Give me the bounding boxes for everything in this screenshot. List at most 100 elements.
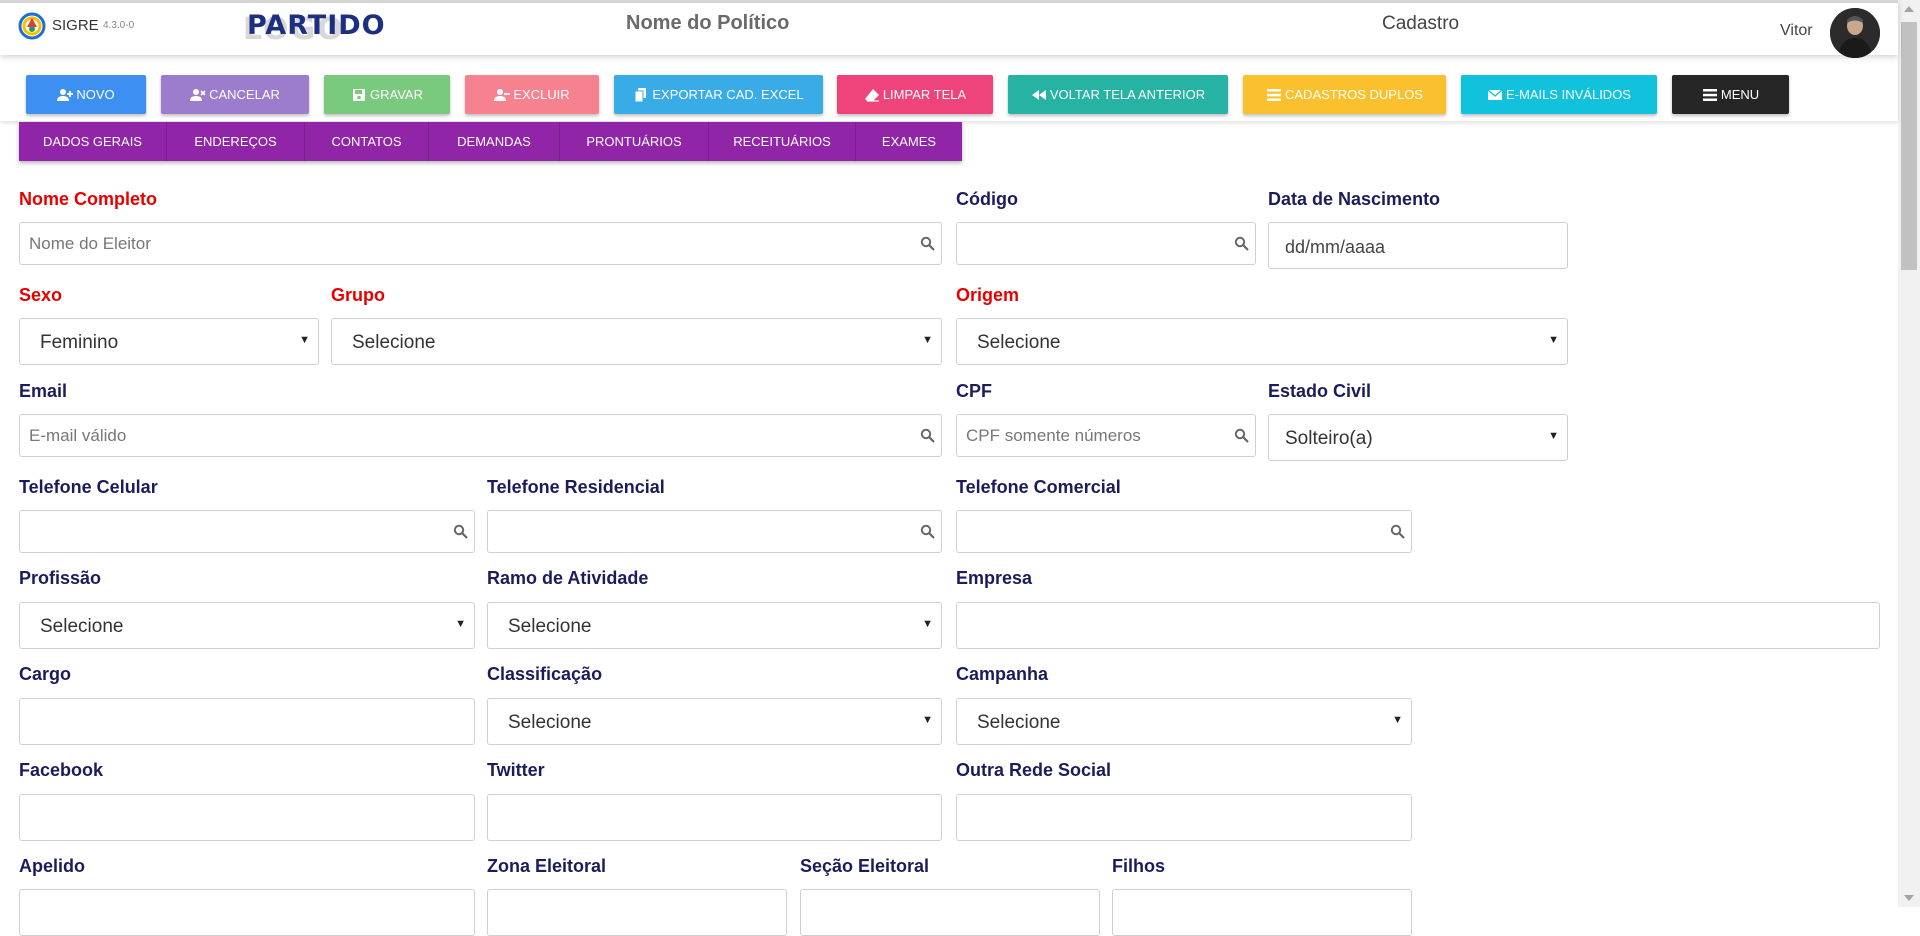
classificacao-value: Selecione [508,712,592,733]
zona-eleitoral-input[interactable] [487,889,787,936]
exportar-excel-label: EXPORTAR CAD. EXCEL [652,87,804,102]
search-icon[interactable] [1234,428,1249,443]
cpf-input[interactable]: CPF somente números [956,414,1256,457]
outra-rede-social-input[interactable] [956,794,1412,841]
apelido-input[interactable] [19,889,475,936]
menu-label: MENU [1720,87,1760,102]
gravar-button[interactable]: GRAVAR [324,75,450,114]
eraser-icon [864,88,879,102]
excluir-button[interactable]: EXCLUIR [465,75,599,114]
emails-invalidos-button[interactable]: E-MAILS INVÁLIDOS [1461,75,1657,114]
email-label: Email [19,381,68,401]
user-name[interactable]: Vitor [1780,22,1813,40]
user-minus-icon [494,88,511,101]
voltar-tela-button[interactable]: VOLTAR TELA ANTERIOR [1008,75,1228,114]
form-tabs: DADOS GERAIS ENDEREÇOS CONTATOS DEMANDAS… [19,122,962,161]
cargo-input[interactable] [19,698,475,745]
scroll-up-arrow-icon[interactable] [1904,6,1914,12]
classificacao-label: Classificação [487,664,603,684]
estado-civil-value: Solteiro(a) [1285,428,1373,449]
menu-button[interactable]: MENU [1672,75,1789,114]
limpar-tela-button[interactable]: LIMPAR TELA [837,75,993,114]
menu-icon [1702,88,1717,101]
telefone-comercial-input[interactable] [956,510,1412,553]
search-icon[interactable] [920,236,935,251]
chevron-down-icon: ▼ [922,618,933,630]
sexo-label: Sexo [19,285,63,305]
cancelar-button[interactable]: CANCELAR [161,75,309,114]
avatar[interactable] [1830,8,1880,58]
origem-select[interactable]: Selecione ▼ [956,318,1568,365]
party-logo: LOGO PARTIDO [243,10,386,47]
scrollbar-thumb[interactable] [1901,22,1917,270]
gravar-label: GRAVAR [370,87,423,102]
user-plus-icon [57,88,74,101]
sexo-select[interactable]: Feminino ▼ [19,318,319,365]
tab-prontuarios[interactable]: PRONTUÁRIOS [560,122,709,161]
secao-eleitoral-input[interactable] [800,889,1100,936]
telefone-celular-label: Telefone Celular [19,477,158,497]
telefone-comercial-label: Telefone Comercial [956,477,1121,497]
top-header: SIGRE 4.3.0-0 LOGO PARTIDO Nome do Polít… [0,0,1898,58]
ramo-atividade-select[interactable]: Selecione ▼ [487,602,942,649]
search-icon[interactable] [453,524,468,539]
email-input[interactable]: E-mail válido [19,414,942,457]
cadastros-duplos-button[interactable]: CADASTROS DUPLOS [1243,75,1446,114]
profissao-label: Profissão [19,568,102,588]
nome-completo-label: Nome Completo [19,189,158,209]
ramo-atividade-label: Ramo de Atividade [487,568,649,588]
tab-dados-gerais[interactable]: DADOS GERAIS [19,122,167,161]
grupo-select[interactable]: Selecione ▼ [331,318,942,365]
scroll-down-arrow-icon[interactable] [1904,895,1914,901]
ramo-atividade-value: Selecione [508,616,592,637]
novo-button[interactable]: NOVO [26,75,146,114]
cancelar-label: CANCELAR [209,87,280,102]
cadastros-duplos-label: CADASTROS DUPLOS [1285,87,1423,102]
nome-completo-placeholder: Nome do Eleitor [29,234,151,253]
chevron-down-icon: ▼ [922,714,933,726]
empresa-label: Empresa [956,568,1033,588]
nome-completo-input[interactable]: Nome do Eleitor [19,222,942,265]
data-nascimento-value: dd/mm/aaaa [1285,237,1386,257]
twitter-input[interactable] [487,794,942,841]
grupo-value: Selecione [352,332,436,353]
search-icon[interactable] [920,428,935,443]
telefone-celular-input[interactable] [19,510,475,553]
classificacao-select[interactable]: Selecione ▼ [487,698,942,745]
search-icon[interactable] [1390,524,1405,539]
tab-enderecos[interactable]: ENDEREÇOS [167,122,305,161]
page-scrollbar[interactable] [1898,0,1920,907]
tab-receituarios[interactable]: RECEITUÁRIOS [709,122,856,161]
app-name: SIGRE [52,17,99,34]
codigo-input[interactable] [956,222,1256,265]
tab-contatos[interactable]: CONTATOS [305,122,429,161]
estado-civil-select[interactable]: Solteiro(a) ▼ [1268,414,1568,461]
filhos-input[interactable] [1112,889,1412,936]
limpar-tela-label: LIMPAR TELA [882,87,967,102]
search-icon[interactable] [1234,236,1249,251]
email-placeholder: E-mail válido [29,426,127,445]
cargo-label: Cargo [19,664,72,684]
data-nascimento-input[interactable]: dd/mm/aaaa [1268,222,1568,269]
exportar-excel-button[interactable]: EXPORTAR CAD. EXCEL [614,75,823,114]
party-logo-text: PARTIDO [247,10,386,41]
telefone-residencial-input[interactable] [487,510,942,553]
empresa-input[interactable] [956,602,1880,649]
novo-label: NOVO [76,87,115,102]
sexo-value: Feminino [40,332,119,353]
tab-exames[interactable]: EXAMES [856,122,962,161]
facebook-input[interactable] [19,794,475,841]
campanha-select[interactable]: Selecione ▼ [956,698,1412,745]
search-icon[interactable] [920,524,935,539]
excluir-label: EXCLUIR [513,87,570,102]
grupo-label: Grupo [331,285,385,305]
campanha-label: Campanha [956,664,1049,684]
facebook-label: Facebook [19,760,104,780]
tab-demandas[interactable]: DEMANDAS [429,122,560,161]
floppy-disk-icon [353,88,365,101]
backward-icon [1031,89,1046,100]
envelope-icon [1487,89,1503,100]
cpf-label: CPF [956,381,992,401]
campanha-value: Selecione [977,712,1061,733]
profissao-select[interactable]: Selecione ▼ [19,602,475,649]
